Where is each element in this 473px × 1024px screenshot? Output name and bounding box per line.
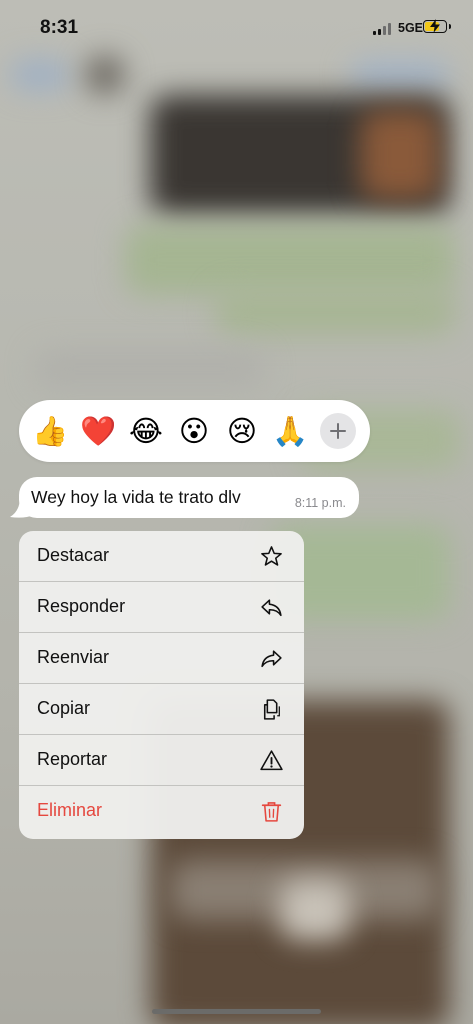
warning-icon (259, 748, 284, 773)
crying-face-reaction[interactable]: 😢 (224, 413, 260, 449)
surprised-face-reaction[interactable]: 😮 (176, 413, 212, 449)
status-time: 8:31 (40, 17, 79, 38)
thumbs-up-reaction[interactable]: 👍 (32, 413, 68, 449)
home-indicator[interactable] (152, 1009, 321, 1014)
folded-hands-reaction[interactable]: 🙏 (272, 413, 308, 449)
forward-icon (259, 646, 284, 671)
menu-item-label: Reenviar (37, 647, 110, 667)
menu-item-copiar[interactable]: Copiar (19, 684, 304, 735)
menu-item-label: Reportar (37, 749, 108, 769)
menu-item-label: Eliminar (37, 800, 103, 820)
message-timestamp: 8:11 p.m. (294, 496, 346, 510)
reaction-bar: 👍 ❤️ 😂 😮 😢 🙏 (19, 400, 370, 462)
menu-item-eliminar[interactable]: Eliminar (19, 786, 304, 837)
menu-item-reenviar[interactable]: Reenviar (19, 633, 304, 684)
copy-icon (259, 697, 284, 722)
menu-item-label: Destacar (37, 545, 110, 565)
message-text: Wey hoy la vida te trato dlv (31, 487, 241, 507)
battery-charging-icon (423, 19, 451, 33)
trash-icon (259, 799, 284, 824)
menu-item-reportar[interactable]: Reportar (19, 735, 304, 786)
cellular-signal-icon (373, 23, 395, 35)
menu-item-responder[interactable]: Responder (19, 582, 304, 633)
menu-item-label: Responder (37, 596, 126, 616)
plus-icon[interactable] (320, 413, 356, 449)
menu-item-destacar[interactable]: Destacar (19, 531, 304, 582)
message-context-menu: Destacar Responder Reenviar Copiar Repor… (19, 531, 304, 839)
network-type: 5GE (398, 21, 424, 35)
reply-icon (259, 595, 284, 620)
star-icon (259, 544, 284, 569)
message-bubble[interactable]: Wey hoy la vida te trato dlv 8:11 p.m. (19, 477, 359, 518)
status-bar: 8:31 5GE (0, 0, 473, 56)
tears-of-joy-reaction[interactable]: 😂 (128, 413, 164, 449)
heart-reaction[interactable]: ❤️ (80, 413, 116, 449)
menu-item-label: Copiar (37, 698, 91, 718)
